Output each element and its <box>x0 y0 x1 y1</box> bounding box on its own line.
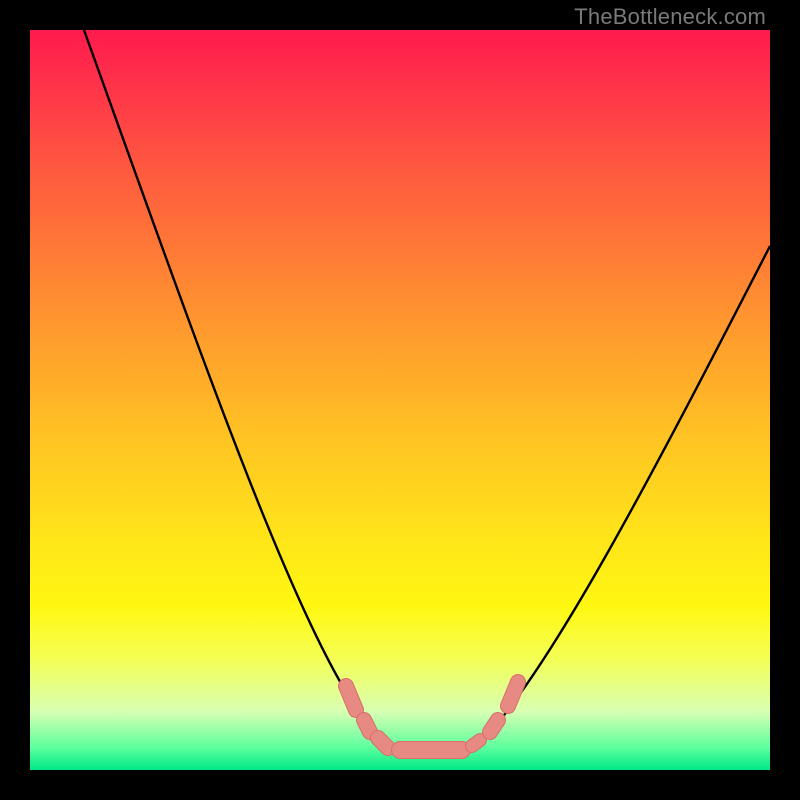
curve-marker <box>508 682 518 706</box>
chart-svg <box>30 30 770 770</box>
bottleneck-curve <box>84 30 770 755</box>
curve-marker <box>364 720 370 732</box>
curve-marker <box>490 720 498 732</box>
curve-marker <box>472 740 480 746</box>
marker-group <box>346 682 518 750</box>
chart-plot-area <box>30 30 770 770</box>
chart-frame: TheBottleneck.com <box>0 0 800 800</box>
curve-marker <box>378 738 388 748</box>
curve-marker <box>346 686 356 710</box>
watermark-text: TheBottleneck.com <box>574 4 766 30</box>
